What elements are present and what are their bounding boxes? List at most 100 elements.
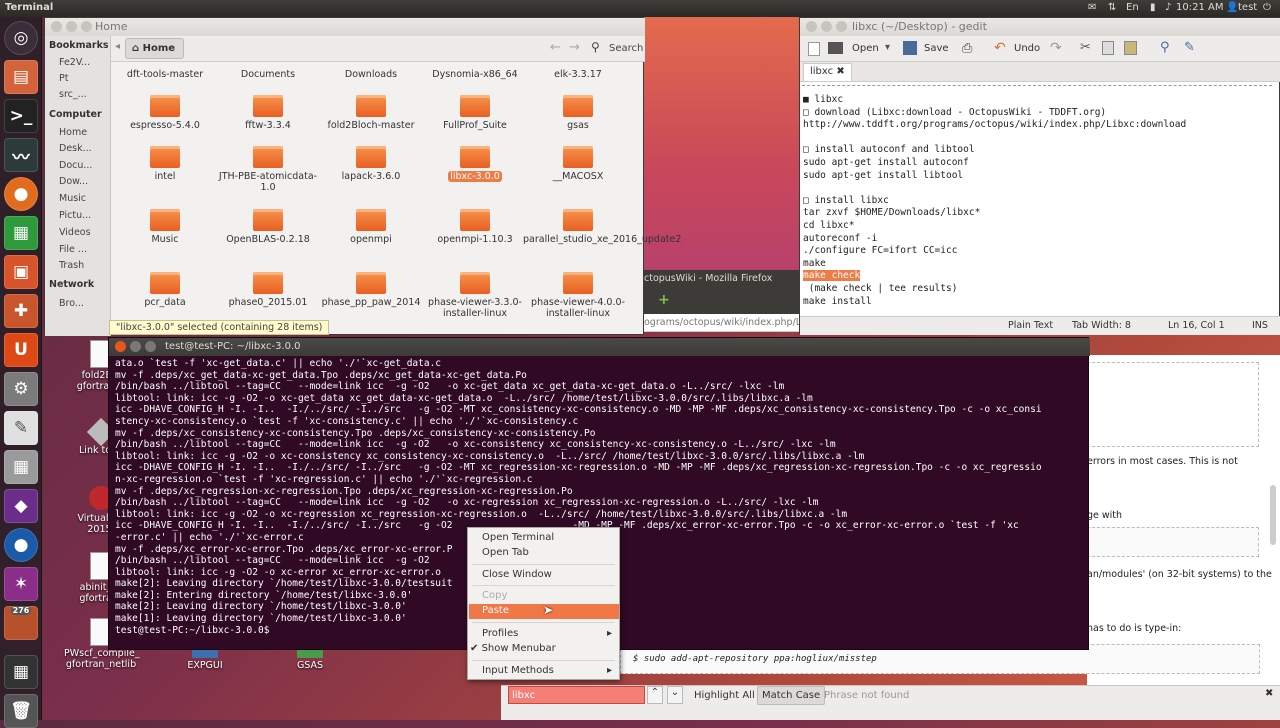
folder-label[interactable]: phase_pp_paw_2014 [316,297,426,308]
folder-label[interactable]: fftw-3.3.4 [213,120,323,131]
sidebar-item-music[interactable]: Music [59,193,86,204]
folder-icon[interactable] [356,209,386,231]
open-button[interactable]: Open [852,43,879,54]
folder-icon[interactable] [150,272,180,294]
sidebar-item-bookmark[interactable]: src_... [59,89,87,100]
sidebar-item-bookmark[interactable]: Fe2V... [59,57,90,68]
folder-icon[interactable] [356,272,386,294]
sidebar-item-browse-network[interactable]: Bro... [59,298,84,309]
folder-icon[interactable] [150,95,180,117]
folder-label[interactable]: JTH-PBE-atomicdata-1.0 [213,171,323,193]
files-icon[interactable]: ▤ [4,60,38,94]
forward-icon[interactable]: → [569,40,580,55]
sidebar-item-home[interactable]: Home [59,127,87,138]
app-icon-3[interactable]: ✶ [4,567,38,601]
folder-icon[interactable] [253,146,283,168]
open-icon[interactable] [828,42,843,54]
folder-icon[interactable] [460,95,490,117]
sidebar-item-pictures[interactable]: Pictu... [59,210,91,221]
highlight-all-button[interactable]: Highlight All [694,690,755,701]
close-icon[interactable] [51,21,62,32]
path-home-button[interactable]: ⌂ Home [125,38,185,59]
user-icon[interactable]: 👤 [1226,2,1238,13]
folder-icon[interactable] [460,209,490,231]
dash-icon[interactable]: ◎ [4,21,38,55]
maximize-icon[interactable] [81,21,92,32]
folder-label[interactable]: gsas [523,120,633,131]
folder-label[interactable]: phase-viewer-4.0.0-installer-linux [523,297,633,319]
find-next-icon[interactable]: ⌄ [667,686,683,704]
folder-label[interactable]: FullProf_Suite [420,120,530,131]
close-tab-icon[interactable]: ✖ [836,66,844,77]
folder-label[interactable]: intel [110,171,220,182]
folder-label[interactable]: __MACOSX [523,171,633,182]
folder-label-selected[interactable]: libxc-3.0.0 [420,171,530,182]
sidebar-item-downloads[interactable]: Dow... [59,176,88,187]
find-previous-icon[interactable]: ⌃ [647,686,663,704]
folder-label[interactable]: openmpi [316,234,426,245]
sidebar-item-desktop[interactable]: Desk... [59,143,92,154]
language-mode[interactable]: Plain Text [1008,320,1053,331]
paste-icon[interactable] [1124,41,1137,55]
folder-label[interactable]: Dysnomia-x86_64 [420,69,530,80]
calculator-icon[interactable]: ▦ [4,450,38,484]
scrollbar[interactable] [1270,485,1276,545]
settings-icon[interactable]: ⚙ [4,372,38,406]
minimize-icon[interactable] [66,21,77,32]
folder-label[interactable]: lapack-3.6.0 [316,171,426,182]
folder-icon[interactable] [253,95,283,117]
folder-icon[interactable] [563,146,593,168]
menu-close-window[interactable]: Close Window [482,569,618,580]
undo-icon[interactable]: ↶ [994,40,1006,56]
music-folder-icon[interactable] [150,209,180,231]
menu-open-terminal[interactable]: Open Terminal [482,532,618,543]
system-monitor-icon[interactable]: 〰 [4,138,38,172]
folder-label[interactable]: fold2Bloch-master [316,120,426,131]
folder-label[interactable]: Music [110,234,220,245]
folder-label[interactable]: OpenBLAS-0.2.18 [213,234,323,245]
power-icon[interactable]: ⏻ [1263,2,1271,13]
app-icon-2[interactable]: ● [4,528,38,562]
workspace-icon[interactable]: ▦ [4,655,38,689]
folder-label[interactable]: espresso-5.4.0 [110,120,220,131]
search-label[interactable]: Search [609,43,643,54]
tab-libxc[interactable]: libxc ✖ [803,63,852,81]
close-find-icon[interactable]: ✖ [1265,688,1273,699]
folder-icon[interactable] [356,95,386,117]
calc-icon[interactable]: ▦ [4,216,38,250]
maximize-icon[interactable] [145,341,156,352]
app-icon-4[interactable]: 276 [4,606,38,640]
redo-icon[interactable]: ↷ [1050,40,1062,56]
impress-icon[interactable]: ▣ [4,255,38,289]
folder-icon[interactable] [150,146,180,168]
menu-show-menubar[interactable]: ✔ Show Menubar [470,643,606,654]
folder-icon[interactable] [253,272,283,294]
menu-input-methods[interactable]: Input Methods ▸ [482,665,618,676]
close-icon[interactable] [115,341,126,352]
folder-icon[interactable] [563,95,593,117]
folder-label[interactable]: parallel_studio_xe_2016_update2 [523,234,681,245]
replace-icon[interactable]: ✎ [1184,40,1195,55]
folder-icon[interactable] [253,209,283,231]
document-text[interactable]: ■ libxc □ download (Libxc:download - Oct… [803,94,1273,327]
print-icon[interactable]: ⎙ [962,41,972,56]
folder-label[interactable]: phase0_2015.01 [213,297,323,308]
search-icon[interactable]: ⚲ [591,40,600,54]
folder-icon[interactable] [563,272,593,294]
ubuntu-one-icon[interactable]: U [4,333,38,367]
battery-icon[interactable]: ▮ [1150,2,1156,13]
folder-label[interactable]: Downloads [316,69,426,80]
find-input[interactable] [508,686,645,704]
sidebar-item-filesystem[interactable]: File ... [59,244,87,255]
folder-icon[interactable] [460,272,490,294]
menu-profiles[interactable]: Profiles ▸ [482,628,618,639]
clock[interactable]: 10:21 AM [1176,2,1223,13]
back-icon[interactable]: ← [550,40,561,55]
software-center-icon[interactable]: ✚ [4,294,38,328]
minimize-icon[interactable] [130,341,141,352]
sidebar-item-trash[interactable]: Trash [59,260,84,271]
text-editor-icon[interactable]: ✎ [4,411,38,445]
folder-label[interactable]: elk-3.3.17 [523,69,633,80]
save-icon[interactable] [903,41,917,55]
folder-label[interactable]: phase-viewer-3.3.0-installer-linux [420,297,530,319]
